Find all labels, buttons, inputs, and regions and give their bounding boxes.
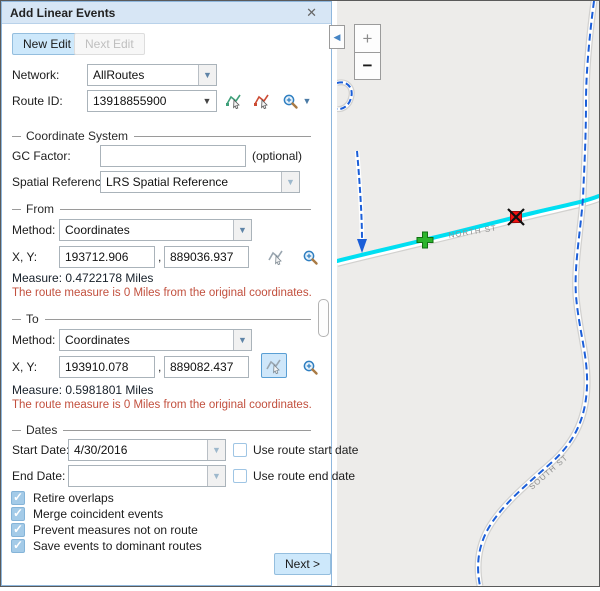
prevent-measures-label: Prevent measures not on route — [33, 523, 198, 537]
map-background — [337, 1, 599, 586]
chevron-down-icon[interactable]: ▼ — [207, 466, 225, 486]
spatial-reference-value: LRS Spatial Reference — [101, 175, 281, 189]
collapse-left-icon: ◀ — [334, 33, 341, 42]
xy-separator: , — [158, 250, 161, 264]
end-date-label: End Date: — [12, 469, 65, 483]
spatial-reference-label: Spatial Reference: — [12, 175, 111, 189]
route-id-value: 13918855900 — [88, 94, 198, 108]
from-x-input[interactable] — [59, 246, 155, 268]
chevron-down-icon[interactable]: ▼ — [233, 220, 251, 240]
map-graphics: NORTH ST SOUTH ST — [337, 1, 599, 586]
use-route-start-date-label: Use route start date — [253, 443, 358, 457]
xy-separator: , — [158, 360, 161, 374]
chevron-down-icon[interactable]: ▼ — [198, 91, 216, 111]
zoom-out-button[interactable]: − — [354, 52, 381, 80]
from-method-value: Coordinates — [60, 223, 233, 237]
gc-factor-label: GC Factor: — [12, 149, 71, 163]
next-edit-button[interactable]: Next Edit — [74, 33, 145, 55]
network-label: Network: — [12, 68, 59, 82]
chevron-down-icon[interactable]: ▼ — [281, 172, 299, 192]
end-date-picker[interactable]: ▼ — [68, 465, 226, 487]
dates-legend: Dates — [12, 423, 311, 437]
gc-factor-input[interactable] — [100, 145, 246, 167]
select-route-on-map-icon[interactable] — [224, 92, 244, 110]
to-method-select[interactable]: Coordinates ▼ — [59, 329, 252, 351]
to-y-input[interactable] — [164, 356, 249, 378]
gc-factor-optional-note: (optional) — [252, 149, 302, 163]
route-id-combobox[interactable]: 13918855900 ▼ — [87, 90, 217, 112]
app-window: NORTH ST SOUTH ST ◀ + − Add Linear Event… — [0, 0, 600, 587]
use-route-end-date-checkbox[interactable] — [233, 469, 247, 483]
prevent-measures-checkbox[interactable] — [11, 523, 25, 537]
from-method-label: Method: — [12, 223, 55, 237]
to-measure-text: Measure: 0.5981801 Miles — [12, 383, 153, 397]
merge-coincident-events-checkbox[interactable] — [11, 507, 25, 521]
chevron-down-icon[interactable]: ▼ — [198, 65, 216, 85]
panel-collapse-button[interactable]: ◀ — [329, 25, 345, 49]
to-measure-warning: The route measure is 0 Miles from the or… — [12, 399, 312, 411]
retire-overlaps-label: Retire overlaps — [33, 491, 114, 505]
from-method-select[interactable]: Coordinates ▼ — [59, 219, 252, 241]
clear-route-selection-icon[interactable] — [252, 92, 272, 110]
pick-from-coordinates-icon[interactable] — [266, 248, 286, 266]
add-linear-events-panel: Add Linear Events ✕ New Edit Next Edit N… — [1, 1, 332, 586]
zoom-in-button[interactable]: + — [354, 24, 381, 52]
zoom-to-from-point-icon[interactable] — [301, 248, 319, 266]
close-icon[interactable]: ✕ — [306, 5, 317, 21]
coordinate-system-legend: Coordinate System — [12, 129, 311, 143]
from-y-input[interactable] — [164, 246, 249, 268]
zoom-to-to-point-icon[interactable] — [301, 358, 319, 376]
spatial-reference-select[interactable]: LRS Spatial Reference ▼ — [100, 171, 300, 193]
start-date-label: Start Date: — [12, 443, 69, 457]
panel-title: Add Linear Events — [2, 6, 115, 20]
to-legend: To — [12, 312, 311, 326]
use-route-start-date-checkbox[interactable] — [233, 443, 247, 457]
zoom-options-chevron-icon[interactable]: ▼ — [301, 94, 313, 108]
from-legend: From — [12, 202, 311, 216]
network-select[interactable]: AllRoutes ▼ — [87, 64, 217, 86]
from-measure-text: Measure: 0.4722178 Miles — [12, 271, 153, 285]
merge-coincident-events-label: Merge coincident events — [33, 507, 163, 521]
new-edit-button[interactable]: New Edit — [12, 33, 82, 55]
start-date-picker[interactable]: 4/30/2016 ▼ — [68, 439, 226, 461]
to-method-value: Coordinates — [60, 333, 233, 347]
retire-overlaps-checkbox[interactable] — [11, 491, 25, 505]
panel-header: Add Linear Events ✕ — [2, 2, 331, 24]
pick-to-coordinates-icon[interactable] — [261, 353, 287, 378]
to-method-label: Method: — [12, 333, 55, 347]
chevron-down-icon[interactable]: ▼ — [207, 440, 225, 460]
map-canvas[interactable]: NORTH ST SOUTH ST — [337, 1, 599, 586]
start-date-value: 4/30/2016 — [69, 443, 207, 457]
chevron-down-icon[interactable]: ▼ — [233, 330, 251, 350]
next-button[interactable]: Next > — [274, 553, 331, 575]
route-id-label: Route ID: — [12, 94, 63, 108]
panel-scrollbar-thumb[interactable] — [318, 299, 329, 337]
use-route-end-date-label: Use route end date — [253, 469, 355, 483]
zoom-to-route-icon[interactable] — [281, 92, 299, 110]
from-xy-label: X, Y: — [12, 250, 37, 264]
save-dominant-routes-checkbox[interactable] — [11, 539, 25, 553]
to-xy-label: X, Y: — [12, 360, 37, 374]
to-x-input[interactable] — [59, 356, 155, 378]
map-zoom-control: + − — [354, 24, 381, 80]
network-value: AllRoutes — [88, 68, 198, 82]
from-measure-warning: The route measure is 0 Miles from the or… — [12, 287, 312, 299]
save-dominant-routes-label: Save events to dominant routes — [33, 539, 202, 553]
